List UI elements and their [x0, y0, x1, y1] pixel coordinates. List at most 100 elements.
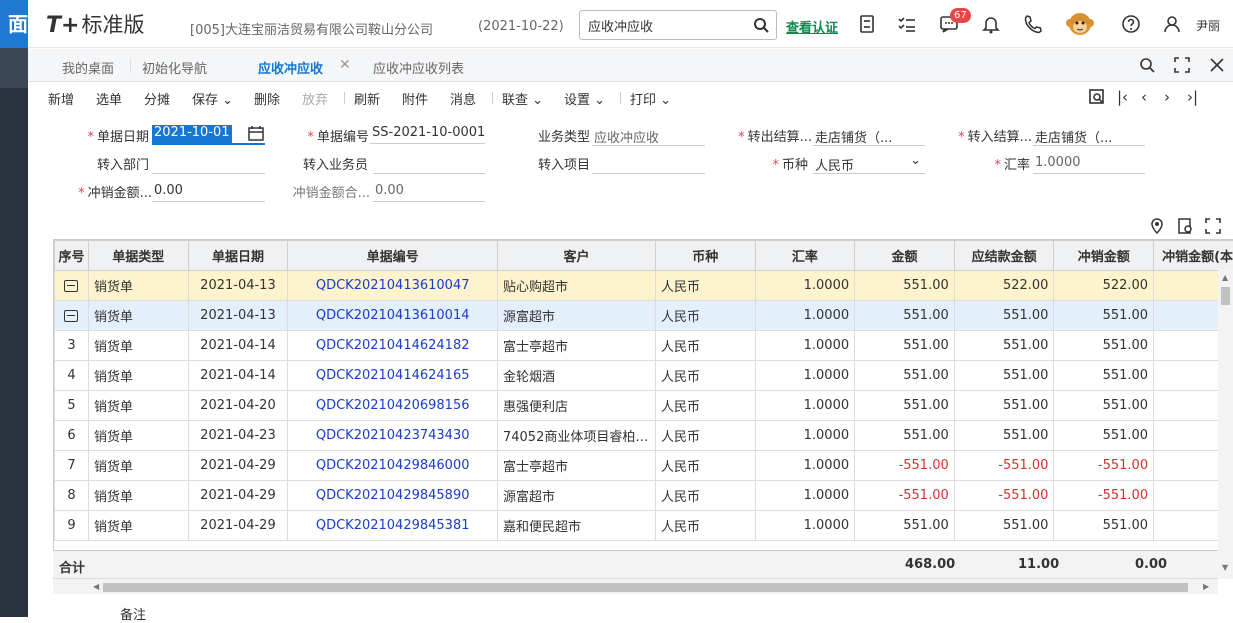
fullscreen-icon[interactable] — [1174, 57, 1190, 73]
col-header[interactable]: 序号 — [55, 241, 89, 271]
in-project-field[interactable] — [592, 152, 705, 174]
table-row[interactable]: 销货单2021-04-13QDCK20210413610014源富超市人民币1.… — [55, 301, 1233, 331]
in-settle-field[interactable]: 走店铺货（... — [1033, 124, 1145, 146]
doc-code-link[interactable]: QDCK20210429845381 — [288, 511, 498, 541]
doc-code-link[interactable]: QDCK20210413610047 — [288, 271, 498, 301]
calendar-icon[interactable] — [248, 125, 264, 141]
scroll-up-icon[interactable]: ▲ — [1222, 273, 1228, 282]
row-operation-icon[interactable] — [64, 280, 78, 292]
currency-cell: 人民币 — [655, 511, 755, 541]
user-name[interactable]: 尹丽 — [1196, 17, 1220, 34]
message-button[interactable]: 消息 — [450, 89, 476, 108]
delete-button[interactable]: 删除 — [254, 89, 280, 108]
attachment-button[interactable]: 附件 — [402, 89, 428, 108]
table-header-row: 序号 单据类型 单据日期 单据编号 客户 币种 汇率 金额 应结款金额 冲销金额… — [55, 241, 1233, 271]
query-button[interactable]: 联查 ⌄ — [502, 89, 543, 108]
table-row[interactable]: 9销货单2021-04-29QDCK20210429845381嘉和便民超市人民… — [55, 511, 1233, 541]
tab-desktop[interactable]: 我的桌面 — [62, 58, 114, 77]
search-icon[interactable] — [753, 17, 769, 33]
refresh-button[interactable]: 刷新 — [354, 89, 380, 108]
rate-field[interactable]: 1.0000 — [1033, 152, 1145, 174]
tab-init-guide[interactable]: 初始化导航 — [142, 58, 207, 77]
doc-code-link[interactable]: QDCK20210420698156 — [288, 391, 498, 421]
split-button[interactable]: 分摊 — [144, 89, 170, 108]
preview-icon[interactable] — [1089, 89, 1105, 105]
task-list-icon[interactable] — [897, 14, 917, 34]
select-doc-button[interactable]: 选单 — [96, 89, 122, 108]
col-header[interactable]: 客户 — [497, 241, 655, 271]
table-row[interactable]: 6销货单2021-04-23QDCK2021042374343074052商业体… — [55, 421, 1233, 451]
col-header[interactable]: 应结款金额 — [954, 241, 1054, 271]
column-settings-icon[interactable] — [1177, 218, 1193, 234]
doc-code-link[interactable]: QDCK20210423743430 — [288, 421, 498, 451]
first-record-icon[interactable]: |‹ — [1117, 88, 1128, 106]
table-row[interactable]: 8销货单2021-04-29QDCK20210429845890源富超市人民币1… — [55, 481, 1233, 511]
doc-code-link[interactable]: QDCK20210429846000 — [288, 451, 498, 481]
detail-table: 序号 单据类型 单据日期 单据编号 客户 币种 汇率 金额 应结款金额 冲销金额… — [54, 240, 1233, 541]
search-input[interactable] — [588, 16, 748, 34]
verify-link[interactable]: 查看认证 — [786, 17, 838, 36]
doc-code-link[interactable]: QDCK20210414624182 — [288, 331, 498, 361]
rate-cell: 1.0000 — [755, 301, 855, 331]
discard-button[interactable]: 放弃 — [302, 89, 328, 108]
sidebar-brand-strip[interactable]: 面 — [0, 0, 28, 48]
calculator-icon[interactable] — [857, 14, 877, 34]
sidebar-menu-block[interactable] — [0, 48, 28, 88]
col-header[interactable]: 冲销金额 — [1054, 241, 1154, 271]
table-row[interactable]: 销货单2021-04-13QDCK20210413610047贴心购超市人民币1… — [55, 271, 1233, 301]
table-row[interactable]: 7销货单2021-04-29QDCK20210429846000富士亭超市人民币… — [55, 451, 1233, 481]
in-staff-field[interactable] — [373, 152, 485, 174]
col-header[interactable]: 冲销金额(本 — [1154, 241, 1233, 271]
col-header[interactable]: 汇率 — [755, 241, 855, 271]
doc-no-field[interactable]: SS-2021-10-0001 — [370, 122, 485, 144]
offset-amount-field[interactable]: 0.00 — [152, 180, 265, 202]
doc-code-link[interactable]: QDCK20210429845890 — [288, 481, 498, 511]
customer-cell: 贴心购超市 — [497, 271, 655, 301]
next-record-icon[interactable]: › — [1164, 88, 1170, 106]
tab-close-icon[interactable]: ✕ — [339, 57, 351, 73]
table-row[interactable]: 4销货单2021-04-14QDCK20210414624165金轮烟酒人民币1… — [55, 361, 1233, 391]
horizontal-scrollbar[interactable]: ◀ ▶ — [53, 578, 1218, 594]
save-button[interactable]: 保存 ⌄ — [192, 89, 233, 108]
col-header[interactable]: 金额 — [855, 241, 955, 271]
row-operation-icon[interactable] — [64, 310, 78, 322]
offset-total-field: 0.00 — [373, 180, 485, 202]
col-header[interactable]: 币种 — [655, 241, 755, 271]
table-row[interactable]: 3销货单2021-04-14QDCK20210414624182富士亭超市人民币… — [55, 331, 1233, 361]
col-header[interactable]: 单据日期 — [188, 241, 288, 271]
location-pin-icon[interactable] — [1149, 218, 1165, 234]
phone-icon[interactable] — [1023, 14, 1043, 34]
scroll-down-icon[interactable]: ▼ — [1222, 563, 1228, 572]
scroll-left-icon[interactable]: ◀ — [93, 582, 99, 591]
settings-button[interactable]: 设置 ⌄ — [564, 89, 605, 108]
tab-ar-offset[interactable]: 应收冲应收 — [258, 58, 323, 77]
prev-record-icon[interactable]: ‹ — [1141, 88, 1147, 106]
notification-bell-icon[interactable] — [981, 14, 1001, 34]
close-page-icon[interactable] — [1209, 57, 1225, 73]
user-icon[interactable] — [1162, 14, 1182, 34]
vertical-scrollbar[interactable]: ▲ ▼ — [1218, 269, 1233, 579]
scroll-right-icon[interactable]: ▶ — [1203, 582, 1209, 591]
currency-select[interactable]: 人民币⌄ — [813, 152, 925, 174]
offset-amount-cell: 551.00 — [1054, 421, 1154, 451]
out-settle-field[interactable]: 走店铺货（... — [813, 124, 925, 146]
tab-search-icon[interactable] — [1139, 57, 1155, 73]
doc-code-link[interactable]: QDCK20210414624165 — [288, 361, 498, 391]
scroll-thumb[interactable] — [103, 583, 1188, 592]
grid-fullscreen-icon[interactable] — [1205, 218, 1221, 234]
settings-label: 设置 — [564, 93, 590, 108]
last-record-icon[interactable]: ›| — [1187, 88, 1198, 106]
col-header[interactable]: 单据类型 — [88, 241, 188, 271]
new-button[interactable]: 新增 — [48, 89, 74, 108]
col-header[interactable]: 单据编号 — [288, 241, 498, 271]
monkey-mascot-icon[interactable] — [1064, 8, 1096, 40]
doc-date-value[interactable]: 2021-10-01 — [152, 125, 232, 143]
in-dept-field[interactable] — [152, 152, 265, 174]
help-icon[interactable] — [1121, 14, 1141, 34]
tab-ar-offset-list[interactable]: 应收冲应收列表 — [373, 58, 464, 77]
total-label: 合计 — [59, 557, 85, 576]
doc-code-link[interactable]: QDCK20210413610014 — [288, 301, 498, 331]
print-button[interactable]: 打印 ⌄ — [630, 89, 671, 108]
scroll-thumb[interactable] — [1221, 287, 1230, 305]
table-row[interactable]: 5销货单2021-04-20QDCK20210420698156惠强便利店人民币… — [55, 391, 1233, 421]
